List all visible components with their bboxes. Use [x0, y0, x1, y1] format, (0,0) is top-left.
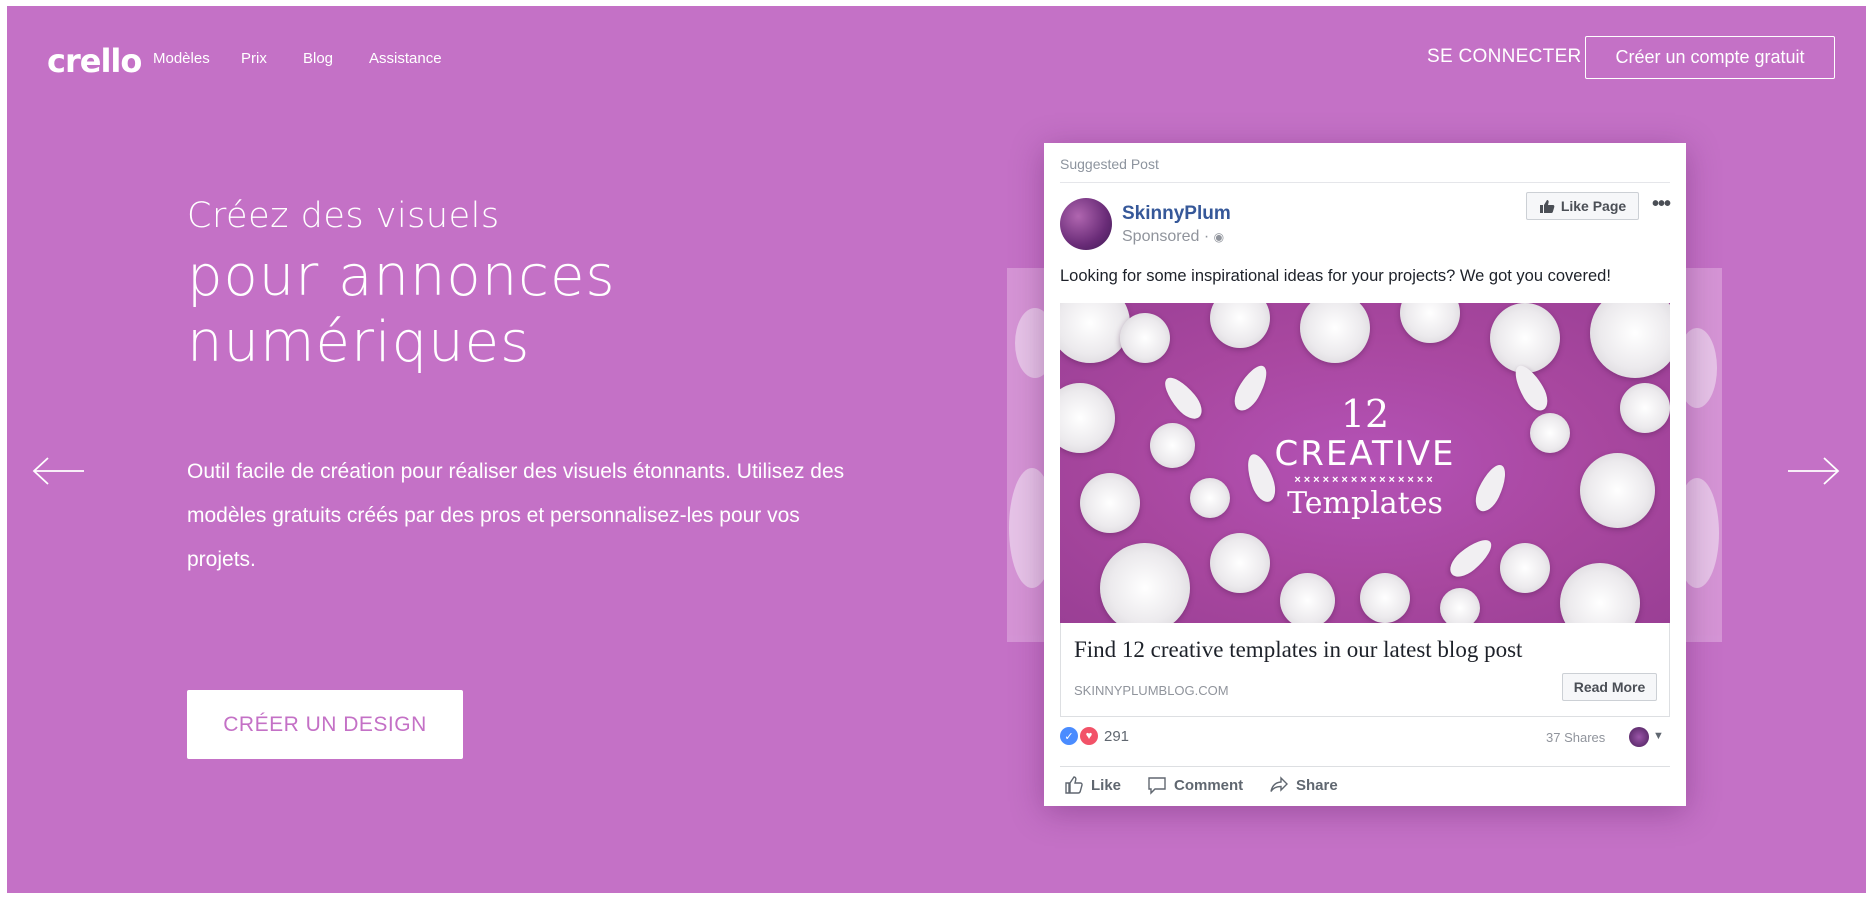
- facebook-post-card: Suggested Post SkinnyPlum Sponsored · ◉ …: [1044, 143, 1686, 806]
- nav-item-modeles[interactable]: Modèles: [153, 50, 210, 67]
- thumbs-up-outline-icon: [1065, 776, 1083, 794]
- image-overlay-text: 12 CREATIVE ××××××××××××××× Templates: [1060, 393, 1670, 521]
- divider: [1060, 182, 1670, 183]
- arrow-left-icon[interactable]: [31, 456, 87, 486]
- suggested-post-label: Suggested Post: [1060, 156, 1159, 172]
- love-reaction-icon: ♥: [1080, 727, 1098, 745]
- globe-icon: ◉: [1213, 230, 1225, 244]
- like-page-label: Like Page: [1560, 198, 1627, 214]
- like-reaction-icon: ✓: [1060, 727, 1078, 745]
- comment-label: Comment: [1174, 776, 1244, 794]
- arrow-right-icon[interactable]: [1785, 456, 1841, 486]
- reactions-summary[interactable]: ✓ ♥ 291: [1060, 727, 1129, 745]
- share-label: Share: [1296, 776, 1338, 794]
- divider: [1060, 766, 1670, 767]
- nav-item-assistance[interactable]: Assistance: [369, 50, 442, 67]
- share-icon: [1270, 776, 1288, 792]
- more-options-icon[interactable]: •••: [1652, 193, 1671, 216]
- comment-button[interactable]: Comment: [1147, 775, 1243, 795]
- image-templates: Templates: [1287, 486, 1443, 521]
- hero-subtitle: Créez des visuels: [187, 196, 500, 236]
- sponsored-label: Sponsored · ◉: [1122, 228, 1224, 246]
- nav-item-blog[interactable]: Blog: [303, 50, 333, 67]
- create-design-button[interactable]: CRÉER UN DESIGN: [187, 690, 463, 759]
- link-title[interactable]: Find 12 creative templates in our latest…: [1074, 637, 1522, 663]
- post-image[interactable]: 12 CREATIVE ××××××××××××××× Templates: [1060, 303, 1670, 623]
- crello-logo[interactable]: crello: [47, 42, 142, 80]
- comment-icon: [1148, 777, 1166, 795]
- shares-count[interactable]: 37 Shares: [1546, 730, 1605, 745]
- page-name[interactable]: SkinnyPlum: [1122, 203, 1231, 225]
- share-button[interactable]: Share: [1269, 775, 1338, 795]
- link-preview[interactable]: Find 12 creative templates in our latest…: [1060, 623, 1670, 717]
- post-text: Looking for some inspirational ideas for…: [1060, 267, 1611, 285]
- page-avatar[interactable]: [1060, 198, 1112, 250]
- image-divider: ×××××××××××××××: [1294, 474, 1436, 486]
- hero-section: crello Modèles Prix Blog Assistance SE C…: [7, 6, 1866, 893]
- like-label: Like: [1091, 776, 1122, 794]
- sponsored-text: Sponsored ·: [1122, 228, 1214, 245]
- read-more-button[interactable]: Read More: [1562, 673, 1657, 701]
- like-button[interactable]: Like: [1064, 775, 1121, 795]
- signup-button[interactable]: Créer un compte gratuit: [1585, 36, 1835, 79]
- image-number: 12: [1340, 392, 1390, 436]
- link-domain: SKINNYPLUMBLOG.COM: [1074, 683, 1229, 698]
- login-link[interactable]: SE CONNECTER: [1427, 46, 1582, 68]
- reactions-count: 291: [1104, 727, 1130, 745]
- hero-description: Outil facile de création pour réaliser d…: [187, 460, 845, 571]
- image-creative: CREATIVE: [1274, 434, 1456, 474]
- viewer-avatar[interactable]: [1629, 727, 1649, 747]
- like-page-button[interactable]: Like Page: [1526, 192, 1639, 220]
- hero-title: pour annonces numériques: [187, 244, 616, 375]
- chevron-down-icon[interactable]: ▼: [1653, 730, 1664, 742]
- nav-item-prix[interactable]: Prix: [241, 50, 267, 67]
- thumbs-up-icon: [1539, 199, 1555, 213]
